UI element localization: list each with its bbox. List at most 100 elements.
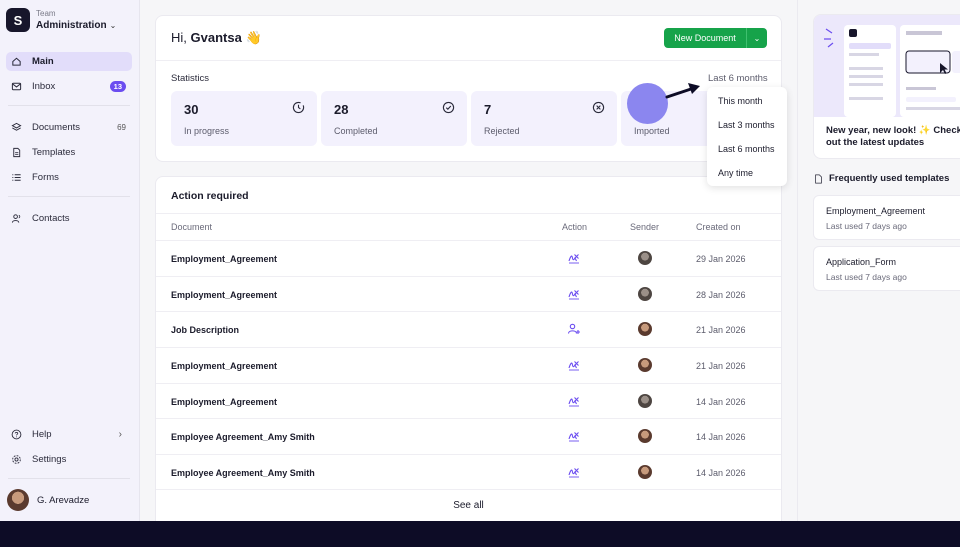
created-date: 14 Jan 2026 [696, 432, 746, 442]
stat-value: 30 [184, 102, 199, 117]
document-name: Employment_Agreement [171, 254, 278, 264]
sender-avatar [638, 287, 652, 301]
created-date: 29 Jan 2026 [696, 254, 746, 264]
assign-user-icon[interactable] [567, 322, 581, 336]
table-row[interactable]: Employment_Agreement 29 Jan 2026 [156, 240, 781, 275]
inbox-badge: 13 [109, 81, 126, 92]
team-label: Team [36, 8, 56, 18]
sidebar-item-label: Documents [32, 122, 81, 133]
stat-value: 7 [484, 102, 492, 117]
action-required-card: Action required Document Action Sender C… [155, 176, 782, 521]
document-name: Employment_Agreement [171, 361, 278, 371]
see-all-link[interactable]: See all [156, 500, 781, 511]
document-name: Employment_Agreement [171, 290, 278, 300]
stat-label: Completed [334, 126, 378, 136]
range-selector[interactable]: Last 6 months [708, 73, 768, 84]
user-name: G. Arevadze [37, 494, 90, 506]
stat-card-completed[interactable]: 28 Completed [321, 91, 467, 146]
chevron-down-icon: ⌄ [109, 20, 117, 30]
sidebar-item-contacts[interactable]: Contacts [6, 209, 132, 228]
promo-card[interactable]: New year, new look! ✨ Check out the late… [813, 14, 960, 159]
sign-icon[interactable] [567, 394, 581, 408]
sign-icon[interactable] [567, 465, 581, 479]
sender-avatar [638, 322, 652, 336]
sidebar-item-inbox[interactable]: Inbox 13 [6, 77, 132, 96]
created-date: 21 Jan 2026 [696, 325, 746, 335]
template-card[interactable]: Employment_Agreement Last used 7 days ag… [813, 195, 960, 240]
app-window: S Team Administration ⌄ Main Inbox 13 Doc… [0, 0, 960, 521]
sender-avatar [638, 429, 652, 443]
gear-icon [11, 454, 22, 465]
created-date: 14 Jan 2026 [696, 397, 746, 407]
file-icon [815, 173, 822, 184]
menu-item-last-3-months[interactable]: Last 3 months [718, 120, 775, 130]
divider [8, 478, 130, 479]
sidebar-item-templates[interactable]: Templates [6, 143, 132, 162]
table-row[interactable]: Job Description 21 Jan 2026 [156, 311, 781, 346]
bottom-bar [0, 521, 960, 547]
sidebar-item-label: Main [32, 56, 54, 67]
column-header-created-on[interactable]: Created on [696, 222, 741, 232]
sidebar-item-settings[interactable]: Settings [6, 450, 132, 469]
menu-item-this-month[interactable]: This month [718, 96, 763, 106]
stat-label: Rejected [484, 126, 520, 136]
promo-image [814, 15, 960, 117]
menu-item-last-6-months[interactable]: Last 6 months [718, 144, 775, 154]
new-document-label: New Document [674, 33, 736, 43]
sidebar-item-documents[interactable]: Documents 69 [6, 118, 132, 137]
table-row[interactable]: Employment_Agreement 21 Jan 2026 [156, 347, 781, 382]
document-name: Employee Agreement_Amy Smith [171, 468, 315, 478]
column-header-action[interactable]: Action [562, 222, 587, 232]
page-title: Hi, Gvantsa 👋 [171, 30, 262, 46]
team-switcher[interactable]: S Team Administration ⌄ [6, 8, 116, 32]
template-last-used: Last used 7 days ago [826, 221, 907, 231]
template-name: Employment_Agreement [826, 206, 926, 216]
sidebar-item-help[interactable]: Help › [6, 425, 132, 444]
x-circle-icon [592, 101, 605, 114]
sign-icon[interactable] [567, 251, 581, 265]
clock-icon [292, 101, 305, 114]
divider [8, 196, 130, 197]
stat-label: Imported [634, 126, 670, 136]
stat-card-rejected[interactable]: 7 Rejected [471, 91, 617, 146]
sidebar-item-label: Contacts [32, 213, 70, 224]
right-panel: New year, new look! ✨ Check out the late… [797, 0, 960, 521]
frequent-templates-label: Frequently used templates [829, 173, 950, 184]
table-row[interactable]: Employee Agreement_Amy Smith 14 Jan 2026 [156, 454, 781, 489]
sign-icon[interactable] [567, 429, 581, 443]
chevron-down-icon[interactable]: ⌄ [746, 28, 767, 48]
check-circle-icon [442, 101, 455, 114]
divider [8, 105, 130, 106]
stat-value: 28 [334, 102, 349, 117]
sign-icon[interactable] [567, 358, 581, 372]
stat-label: In progress [184, 126, 230, 136]
range-dropdown-menu: This month Last 3 months Last 6 months A… [707, 87, 787, 186]
sidebar-item-main[interactable]: Main [6, 52, 132, 71]
statistics-title: Statistics [171, 73, 210, 84]
user-profile[interactable]: G. Arevadze [7, 489, 89, 511]
sender-avatar [638, 358, 652, 372]
template-card[interactable]: Application_Form Last used 7 days ago [813, 246, 960, 291]
sender-avatar [638, 251, 652, 265]
pointer-arrow-icon [665, 83, 700, 99]
layers-icon [11, 122, 22, 133]
sidebar-item-forms[interactable]: Forms [6, 168, 132, 187]
new-document-button[interactable]: New Document ⌄ [664, 28, 767, 48]
column-header-sender[interactable]: Sender [630, 222, 659, 232]
home-icon [11, 56, 22, 67]
click-indicator [627, 83, 668, 124]
created-date: 14 Jan 2026 [696, 468, 746, 478]
users-icon [11, 213, 22, 224]
template-last-used: Last used 7 days ago [826, 272, 907, 282]
menu-item-any-time[interactable]: Any time [718, 168, 753, 178]
sidebar-item-label: Forms [32, 172, 59, 183]
stat-card-in-progress[interactable]: 30 In progress [171, 91, 317, 146]
document-name: Employee Agreement_Amy Smith [171, 432, 315, 442]
sign-icon[interactable] [567, 287, 581, 301]
table-row[interactable]: Employee Agreement_Amy Smith 14 Jan 2026 [156, 418, 781, 453]
sidebar: S Team Administration ⌄ Main Inbox 13 Doc… [0, 0, 140, 521]
created-date: 21 Jan 2026 [696, 361, 746, 371]
table-row[interactable]: Employment_Agreement 28 Jan 2026 [156, 276, 781, 311]
table-row[interactable]: Employment_Agreement 14 Jan 2026 [156, 383, 781, 418]
column-header-document[interactable]: Document [171, 222, 212, 232]
